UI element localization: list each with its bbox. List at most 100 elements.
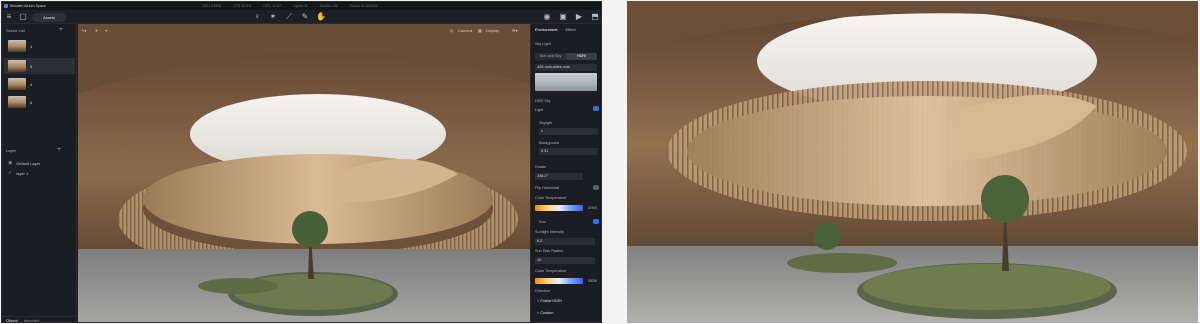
layer-name: layer 1: [16, 170, 29, 176]
scene-thumbnail: [8, 96, 26, 108]
display-menu[interactable]: Display: [486, 28, 499, 33]
snap-tool-icon[interactable]: ⌖: [105, 28, 107, 33]
path-tool-icon[interactable]: ⟋: [284, 12, 294, 22]
save-icon[interactable]: ⬒: [590, 12, 600, 22]
layer-item[interactable]: ◉ Default Layer: [8, 160, 40, 166]
color-temperature-slider[interactable]: [535, 205, 583, 211]
radio-empty-icon: ○: [537, 311, 540, 315]
scene-number: 6: [30, 99, 33, 105]
stat-fps: FPS 59.9%: [233, 4, 252, 8]
color-temperature-2-slider[interactable]: [535, 278, 583, 284]
color-temperature-2-label: Color Temperature: [535, 269, 567, 273]
light-toggle[interactable]: [593, 106, 599, 111]
render-stats: GPU 0.5MS FPS 59.9% CPU 14.87 Lights 08 …: [202, 2, 378, 10]
properties-panel: Environment Effect Sky Light Sun and Sky…: [530, 24, 601, 322]
sun-tool-icon[interactable]: ✶: [268, 12, 278, 22]
scene-panel: Scene List + 1 3 4 6 Layer + ◉ Default L…: [2, 24, 77, 322]
tab-object[interactable]: Object: [6, 318, 18, 322]
light-bulb-icon[interactable]: ♀: [252, 12, 262, 22]
scene-thumbnail: [8, 40, 26, 52]
hdri-option[interactable]: HDRI: [566, 53, 597, 60]
view-options-icon[interactable]: ⚙▾: [512, 28, 518, 33]
atrium-render: [78, 24, 530, 322]
scene-thumbnail: [8, 78, 26, 90]
rotate-label: Rotate: [535, 165, 547, 169]
tab-environment[interactable]: Environment: [535, 27, 557, 32]
sunlight-intensity-label: Sunlight Intensity: [535, 230, 564, 234]
eye-icon[interactable]: ◉: [8, 160, 12, 166]
stat-lights: Lights 08: [292, 4, 308, 8]
direction-label: Direction: [535, 289, 550, 293]
hdr-select[interactable]: 429-rock-skies.com: [535, 64, 597, 71]
viewport-toolbar: ↖▾ ✛ ⌖ ◎ Camera ▦ Display ⚙▾: [78, 24, 530, 36]
tab-effect[interactable]: Effect: [565, 27, 575, 32]
stat-cpu: CPU 14.87: [263, 4, 281, 8]
follow-hdri-label: Follow HDRI: [540, 299, 562, 303]
menu-icon[interactable]: ≡: [4, 12, 14, 22]
scene-number: 1: [30, 43, 33, 49]
add-scene-icon[interactable]: +: [56, 25, 66, 35]
layer-name: Default Layer: [16, 160, 41, 166]
sun-toggle[interactable]: [593, 219, 599, 224]
move-tool-icon[interactable]: ✛: [95, 28, 98, 33]
tab-imported[interactable]: Imported: [24, 318, 40, 322]
stat-models: Models 298: [319, 4, 339, 8]
display-icon[interactable]: ▦: [478, 28, 482, 33]
scene-item-active[interactable]: 3: [4, 58, 75, 74]
assets-button[interactable]: Assets: [32, 13, 66, 22]
scene-item[interactable]: 6: [4, 94, 75, 110]
flip-horizontal-label: Flip Horizontal: [535, 186, 560, 190]
window-title: Wooden Atrium Space: [10, 4, 46, 8]
scene-number: 4: [30, 81, 33, 87]
camera-icon[interactable]: ◎: [450, 28, 454, 33]
camera-menu[interactable]: Camera: [458, 28, 472, 33]
image-render-icon[interactable]: ▣: [558, 12, 568, 22]
layer-label: Layer: [6, 148, 17, 153]
app-logo-icon: [4, 4, 8, 8]
video-render-icon[interactable]: ▶: [574, 12, 584, 22]
scene-item[interactable]: 1: [4, 38, 75, 54]
add-layer-icon[interactable]: +: [54, 145, 64, 155]
sun-disk-radius-input[interactable]: 10: [535, 257, 595, 264]
color-temperature-value: 6750K: [588, 206, 598, 210]
sky-mode-switch: Sun and Sky HDRI: [535, 53, 597, 60]
editor-window: Wooden Atrium Space GPU 0.5MS FPS 59.9% …: [1, 1, 602, 323]
skylight-input[interactable]: 1: [539, 128, 598, 135]
color-temperature-label: Color Temperature: [535, 196, 567, 200]
rotate-input[interactable]: 248.2°: [535, 173, 583, 180]
sun-and-sky-option[interactable]: Sun and Sky: [535, 53, 566, 60]
left-panel-tabs: Object Imported: [2, 316, 77, 322]
screenshot-icon[interactable]: ◉: [542, 12, 552, 22]
viewport[interactable]: [78, 24, 530, 322]
background-label: Background: [539, 141, 560, 145]
radio-selected-icon: ●: [537, 299, 540, 303]
property-tabs: Environment Effect: [535, 27, 576, 32]
layer-item[interactable]: ✓ layer 1: [8, 170, 28, 176]
hdr-sky-label: HDR Sky: [535, 99, 551, 103]
scene-thumbnail: [8, 60, 26, 72]
background-input[interactable]: 0.31: [539, 148, 598, 155]
custom-direction-option[interactable]: ○ Custom: [537, 311, 553, 315]
sun-label: Sun: [539, 220, 546, 224]
check-icon[interactable]: ✓: [8, 170, 12, 176]
select-tool-icon[interactable]: ↖▾: [81, 28, 86, 33]
custom-label: Custom: [540, 311, 554, 315]
new-file-icon[interactable]: ▢: [18, 12, 28, 22]
follow-hdri-option[interactable]: ● Follow HDRI: [537, 299, 562, 303]
scene-number: 3: [30, 63, 33, 69]
scene-item[interactable]: 4: [4, 76, 75, 92]
hdr-preview-image[interactable]: [535, 73, 597, 91]
final-render-preview: [627, 1, 1198, 323]
color-temperature-2-value: 5300K: [588, 279, 598, 283]
title-bar: Wooden Atrium Space GPU 0.5MS FPS 59.9% …: [2, 2, 601, 10]
hand-tool-icon[interactable]: ✋: [316, 12, 326, 22]
flip-horizontal-toggle[interactable]: [593, 185, 599, 190]
brush-tool-icon[interactable]: ✎: [300, 12, 310, 22]
stat-faces: Faces 81.8M/900: [350, 4, 378, 8]
scene-list-label: Scene List: [6, 28, 25, 33]
sunlight-intensity-input[interactable]: 6.2: [535, 238, 595, 245]
skylight-label: Skylight: [539, 121, 553, 125]
atrium-render-large: [627, 1, 1198, 323]
light-label: Light: [535, 108, 544, 112]
stat-gpu: GPU 0.5MS: [202, 4, 222, 8]
